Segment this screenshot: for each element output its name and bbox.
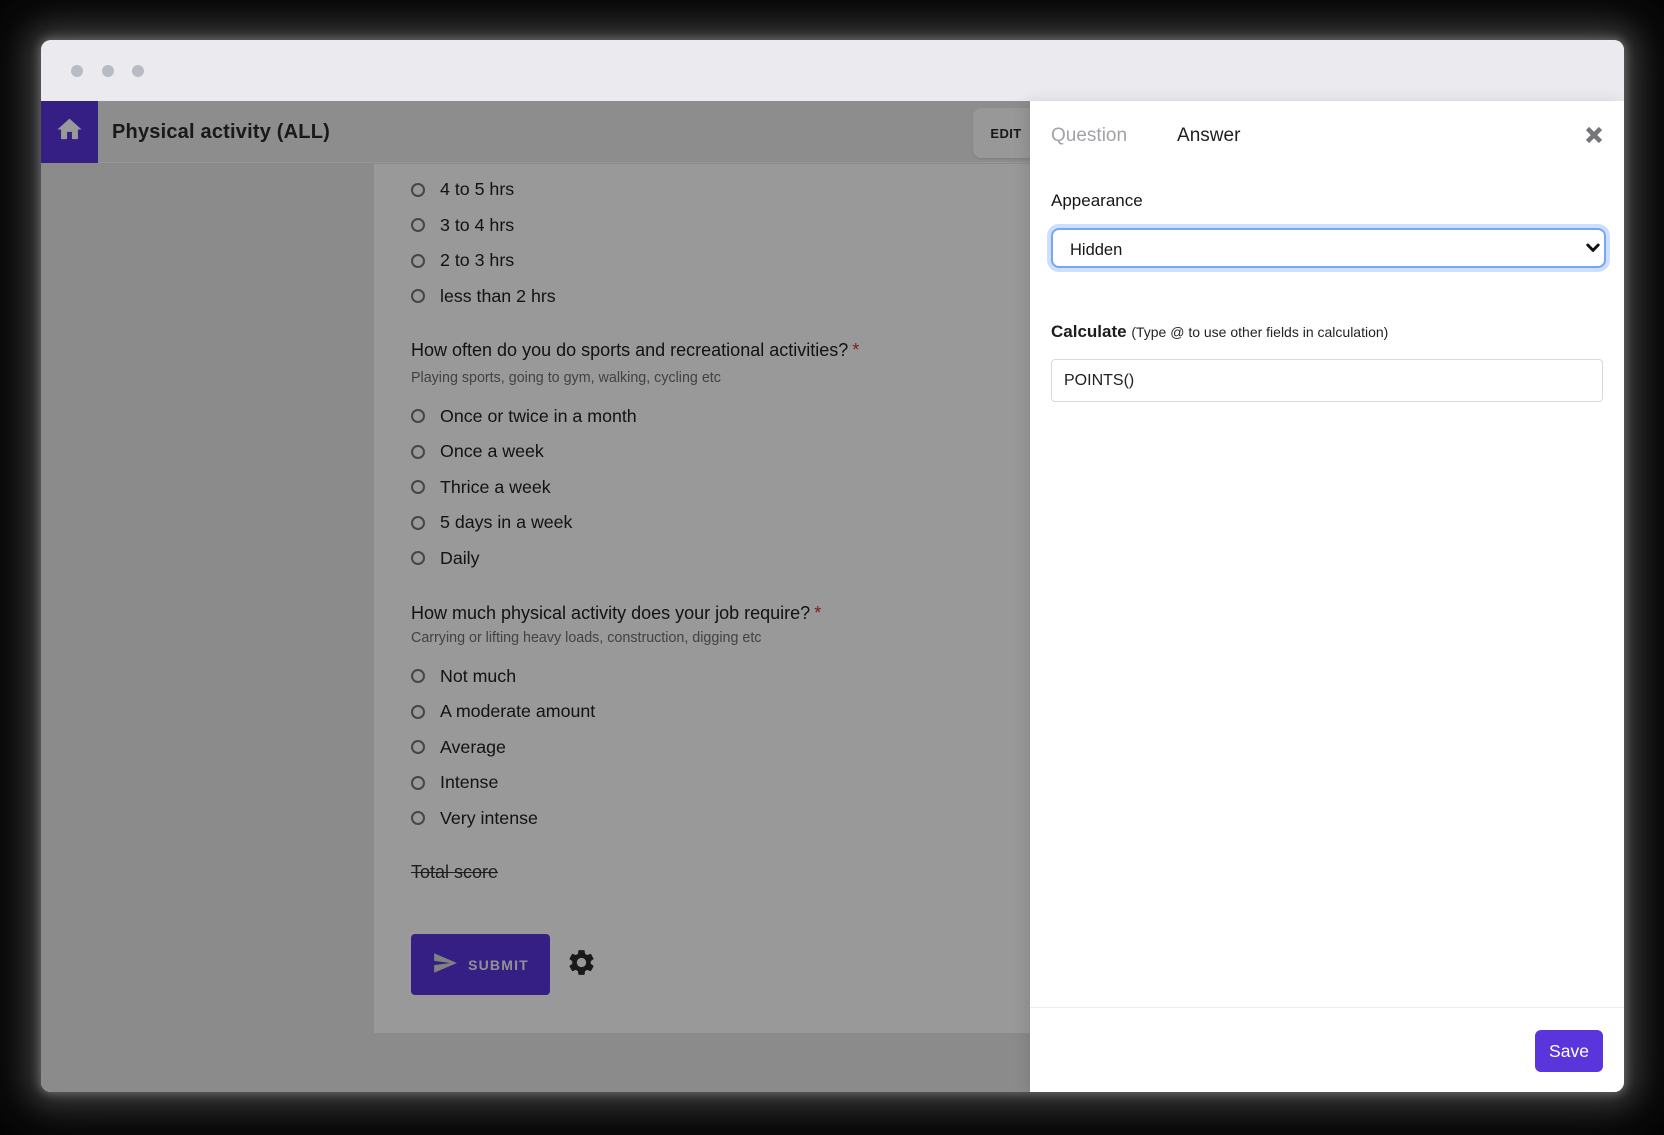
appearance-label: Appearance bbox=[1051, 191, 1143, 211]
appearance-select-wrap: Hidden bbox=[1051, 228, 1606, 268]
close-icon[interactable] bbox=[1586, 127, 1602, 143]
tab-question[interactable]: Question bbox=[1051, 125, 1127, 147]
save-button[interactable]: Save bbox=[1535, 1030, 1603, 1072]
window-title-bar bbox=[41, 40, 1624, 101]
app-viewport: Physical activity (ALL) EDIT 4 to 5 hrs bbox=[41, 101, 1624, 1092]
panel-tabs: Question Answer bbox=[1051, 121, 1240, 151]
window-dot-1[interactable] bbox=[71, 65, 83, 77]
calculate-label: Calculate bbox=[1051, 322, 1127, 341]
calculate-label-row: Calculate (Type @ to use other fields in… bbox=[1051, 322, 1388, 342]
settings-panel: Question Answer Appearance Hidden Ca bbox=[1030, 101, 1624, 1092]
calculate-hint: (Type @ to use other fields in calculati… bbox=[1131, 324, 1388, 340]
panel-footer-divider bbox=[1030, 1007, 1624, 1008]
screenshot-stage: Physical activity (ALL) EDIT 4 to 5 hrs bbox=[0, 0, 1664, 1135]
calculate-input[interactable] bbox=[1051, 359, 1603, 402]
browser-window: Physical activity (ALL) EDIT 4 to 5 hrs bbox=[41, 40, 1624, 1092]
window-dot-3[interactable] bbox=[132, 65, 144, 77]
window-dot-2[interactable] bbox=[102, 65, 114, 77]
appearance-select[interactable]: Hidden bbox=[1051, 228, 1606, 268]
tab-answer[interactable]: Answer bbox=[1177, 125, 1240, 147]
